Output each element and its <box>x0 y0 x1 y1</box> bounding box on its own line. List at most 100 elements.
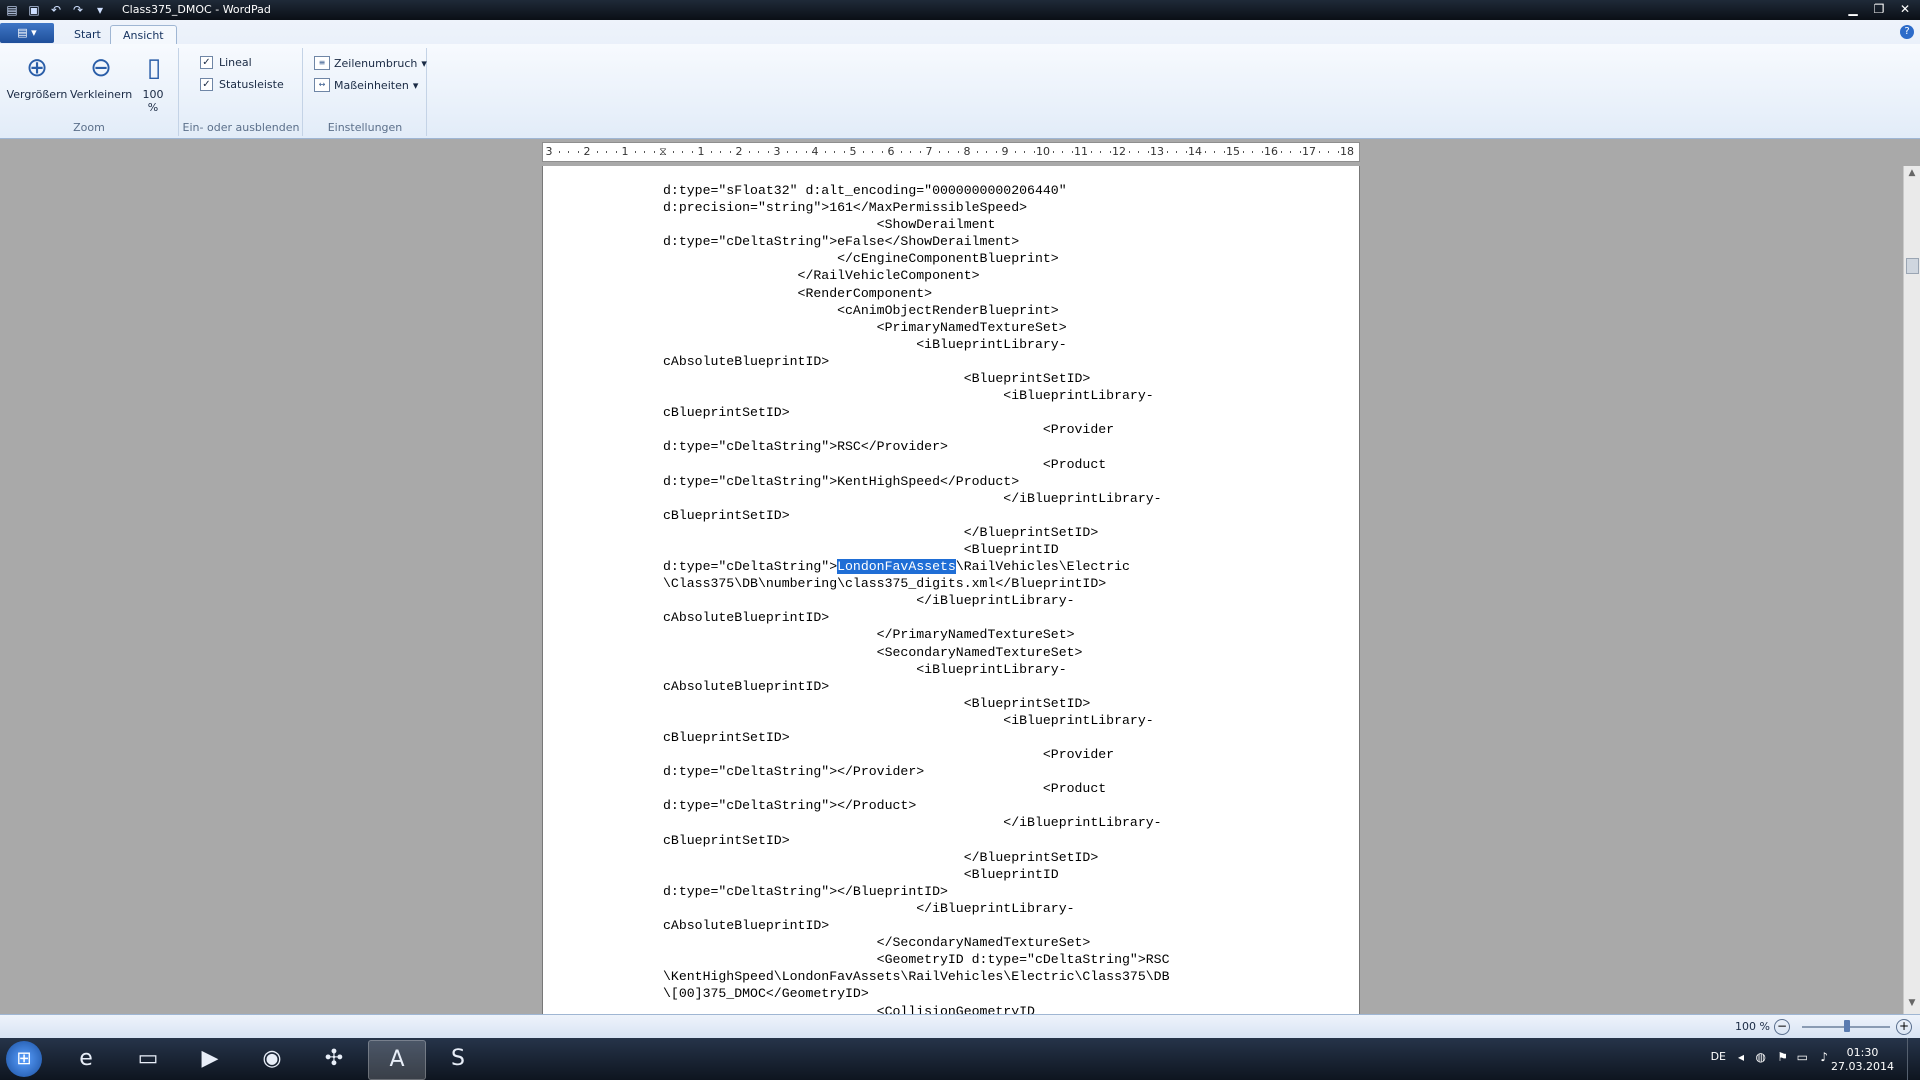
scrollbar-thumb[interactable] <box>1906 258 1919 274</box>
ruler-label: 5 <box>849 145 857 158</box>
flag-icon[interactable]: ⚑ <box>1777 1050 1788 1064</box>
checkmark-icon: ✓ <box>200 78 213 91</box>
maximize-icon[interactable]: ❐ <box>1870 1 1888 17</box>
ruler-label: 16 <box>1264 145 1278 158</box>
ribbon: ▤ ▾ Start Ansicht ? ⊕ Vergrößern ⊖ Verkl… <box>0 20 1920 139</box>
save-icon[interactable]: ▣ <box>26 2 42 18</box>
help-icon[interactable]: ? <box>1900 25 1914 39</box>
ruler-tick <box>720 151 721 153</box>
ruler-tick <box>1014 151 1016 153</box>
ruler-tick <box>1252 151 1253 153</box>
quick-access-toolbar: ▤ ▣ ↶ ↷ ▾ <box>4 2 108 18</box>
minimize-icon[interactable]: ▁ <box>1844 1 1862 17</box>
zoom-out-icon[interactable]: − <box>1774 1019 1790 1035</box>
ruler-tick <box>862 151 864 153</box>
window-title: Class375_DMOC - WordPad <box>122 3 271 16</box>
ruler-tick <box>1166 151 1168 153</box>
chevron-up-icon[interactable]: ◂ <box>1738 1050 1744 1064</box>
indent-marker-icon[interactable]: ⧖ <box>659 145 667 159</box>
windows-start-icon[interactable]: ⊞ <box>6 1041 42 1077</box>
ruler-checkbox[interactable]: ✓ Lineal <box>200 56 252 69</box>
ruler-label: 9 <box>1001 145 1009 158</box>
document-text[interactable]: d:type="sFloat32" d:alt_encoding="000000… <box>663 182 1169 1014</box>
language-indicator[interactable]: DE <box>1711 1050 1726 1063</box>
show-desktop-button[interactable] <box>1907 1038 1920 1080</box>
document-page[interactable]: d:type="sFloat32" d:alt_encoding="000000… <box>542 166 1360 1014</box>
units-dropdown[interactable]: ↔ Maßeinheiten ▾ <box>314 78 418 92</box>
ribbon-tabs: ▤ ▾ Start Ansicht ? <box>0 20 1920 45</box>
ruler-tick <box>615 151 617 153</box>
ruler-label: 2 <box>735 145 743 158</box>
network-globe-icon[interactable]: ◍ <box>1756 1050 1766 1064</box>
game-controller-icon[interactable]: ✣ <box>306 1040 362 1078</box>
ruler-tick <box>758 151 759 153</box>
battery-icon[interactable]: ▭ <box>1797 1050 1808 1064</box>
tab-ansicht[interactable]: Ansicht <box>110 25 177 45</box>
settings-group-label: Einstellungen <box>327 121 403 134</box>
internet-explorer-icon[interactable]: e <box>58 1040 114 1078</box>
zoom-slider-handle[interactable] <box>1844 1020 1850 1032</box>
ruler-tick <box>1062 151 1063 153</box>
ruler-label: 3 <box>773 145 781 158</box>
vertical-scrollbar[interactable]: ▲ ▼ <box>1903 166 1920 1014</box>
redo-icon[interactable]: ↷ <box>70 2 86 18</box>
clock-date: 27.03.2014 <box>1831 1060 1894 1073</box>
scroll-up-icon[interactable]: ▲ <box>1904 168 1920 182</box>
zoom-in-button[interactable]: ⊕ Vergrößern <box>6 52 68 101</box>
checkmark-icon: ✓ <box>200 56 213 69</box>
ruler-tick <box>653 151 655 153</box>
ruler-tick <box>596 151 598 153</box>
title-bar: ▤ ▣ ↶ ↷ ▾ Class375_DMOC - WordPad ▁ ❐ ✕ <box>0 0 1920 20</box>
ruler-label: 15 <box>1226 145 1240 158</box>
ruler-label: 11 <box>1074 145 1088 158</box>
volume-icon[interactable]: ♪ <box>1820 1050 1828 1064</box>
wordpad-app-icon[interactable]: ▤ <box>4 2 20 18</box>
undo-icon[interactable]: ↶ <box>48 2 64 18</box>
chevron-down-icon: ▾ <box>421 56 427 70</box>
tab-start[interactable]: Start <box>62 25 113 44</box>
file-explorer-icon[interactable]: ▭ <box>120 1040 176 1078</box>
ruler[interactable]: 3 2 1 ⧖ 1 2 3 4 5 6 7 8 9 10 11 12 13 14 15 16 17 18 <box>542 142 1360 162</box>
ruler-tick <box>986 151 987 153</box>
ruler-tick <box>1204 151 1206 153</box>
wordpad-icon[interactable]: A <box>368 1040 426 1080</box>
status-bar: 100 % − + <box>0 1014 1920 1039</box>
zoom-100-button[interactable]: ▯ 100 % <box>138 52 168 114</box>
ruler-tick <box>1033 151 1035 153</box>
ruler-tick <box>1138 151 1139 153</box>
ruler-tick <box>1071 151 1073 153</box>
zoom-level: 100 % <box>1735 1020 1770 1033</box>
zoom-out-button[interactable]: ⊖ Verkleinern <box>70 52 132 101</box>
close-icon[interactable]: ✕ <box>1896 1 1914 17</box>
app-menu-button[interactable]: ▤ ▾ <box>0 23 54 43</box>
zoom-out-icon: ⊖ <box>90 53 112 83</box>
show-hide-group-label: Ein- oder ausblenden <box>182 121 300 134</box>
firefox-icon[interactable]: ◉ <box>244 1040 300 1078</box>
ruler-tick <box>824 151 826 153</box>
ruler-tick <box>1147 151 1149 153</box>
ruler-tick <box>1318 151 1320 153</box>
ruler-tick <box>748 151 750 153</box>
zoom-group-label: Zoom <box>73 121 105 134</box>
ruler-tick <box>881 151 883 153</box>
ruler-tick <box>786 151 788 153</box>
ruler-tick <box>900 151 902 153</box>
ruler-tick <box>558 151 560 153</box>
ruler-label: 3 <box>545 145 553 158</box>
ruler-tick <box>1090 151 1092 153</box>
ruler-label: 18 <box>1340 145 1354 158</box>
ruler-tick <box>976 151 978 153</box>
statusbar-checkbox[interactable]: ✓ Statusleiste <box>200 78 284 91</box>
word-wrap-dropdown[interactable]: ≡ Zeilenumbruch ▾ <box>314 56 427 70</box>
ruler-tick <box>691 151 693 153</box>
ruler-tick <box>634 151 636 153</box>
clock[interactable]: 01:30 27.03.2014 <box>1831 1046 1894 1074</box>
ruler-tick <box>1328 151 1329 153</box>
chevron-down-icon[interactable]: ▾ <box>92 2 108 18</box>
ruler-label: 1 <box>697 145 705 158</box>
scroll-down-icon[interactable]: ▼ <box>1904 998 1920 1012</box>
ruler-tick <box>767 151 769 153</box>
media-player-icon[interactable]: ▶ <box>182 1040 238 1078</box>
teamviewer-icon[interactable]: S <box>430 1040 486 1078</box>
zoom-in-icon[interactable]: + <box>1896 1019 1912 1035</box>
